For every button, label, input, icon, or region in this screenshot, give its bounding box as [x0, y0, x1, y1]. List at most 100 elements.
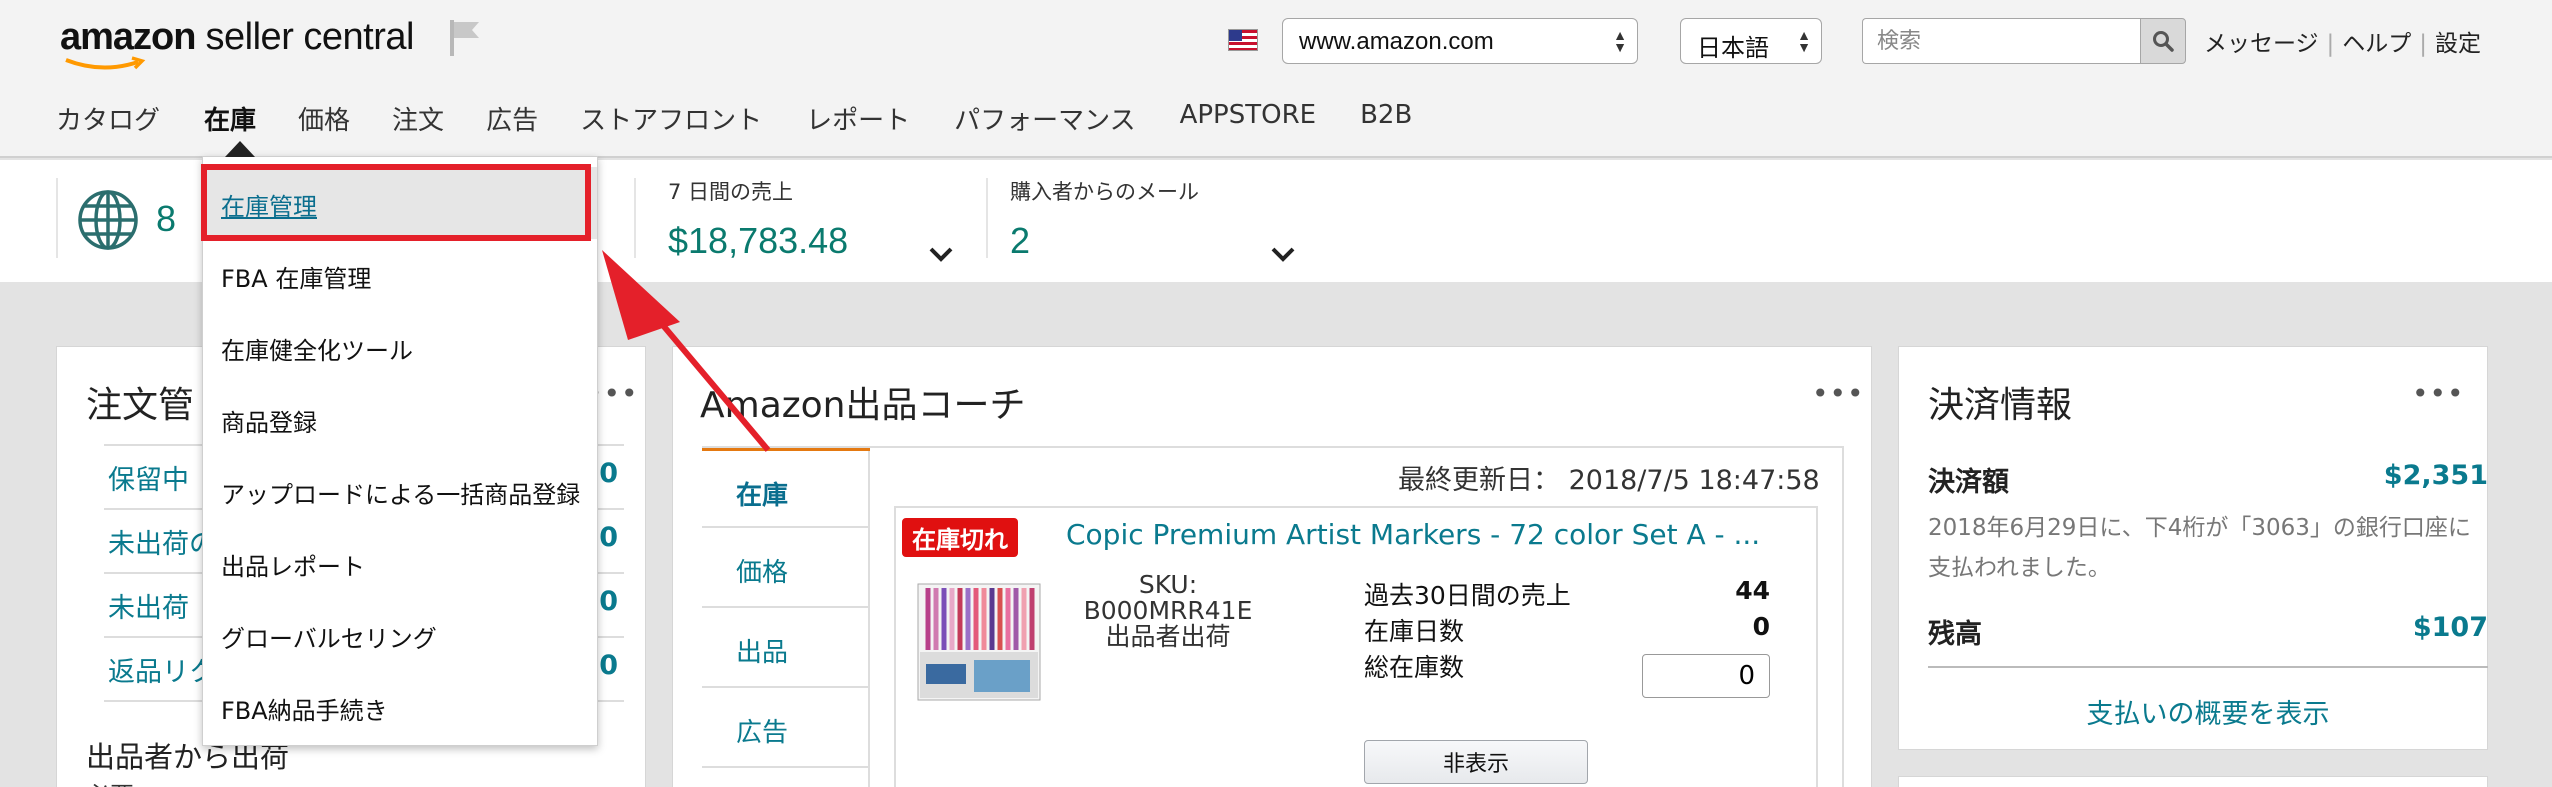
nav-pricing[interactable]: 価格	[298, 100, 350, 137]
annotation-highlight-box	[201, 164, 591, 241]
tab-advertising[interactable]: 広告	[702, 688, 870, 768]
mail-value[interactable]: 2	[1010, 220, 1030, 262]
product-recommendation: 在庫切れ Copic Premium Artist Markers - 72 c…	[894, 506, 1818, 787]
nav-catalog[interactable]: カタログ	[56, 100, 160, 137]
main-nav: カタログ 在庫 価格 注文 広告 ストアフロント レポート パフォーマンス AP…	[56, 100, 1412, 137]
link-separator: |	[2419, 31, 2428, 57]
chevron-down-icon[interactable]	[1270, 246, 1296, 262]
order-row-label: 返品リク	[108, 657, 216, 688]
messages-link[interactable]: メッセージ	[2204, 31, 2319, 57]
tab-label: 広告	[736, 718, 789, 748]
marketplace-select[interactable]: www.amazon.com ▲ ▼	[1282, 18, 1638, 64]
menu-item-add-product[interactable]: 商品登録	[203, 383, 597, 455]
menu-item-label: 在庫健全化ツール	[221, 337, 413, 365]
menu-item-fba-shipments[interactable]: FBA納品手続き	[203, 671, 597, 743]
menu-item-label: グローバルセリング	[221, 625, 437, 653]
product-title-link[interactable]: Copic Premium Artist Markers - 72 color …	[1066, 518, 1760, 551]
menu-item-bulk-upload[interactable]: アップロードによる一括商品登録	[203, 455, 597, 527]
card-divider	[702, 446, 1844, 448]
last-updated-label: 最終更新日： 2018/7/5 18:47:58	[1398, 458, 1820, 497]
nav-advertising[interactable]: 広告	[486, 100, 538, 137]
menu-item-listing-report[interactable]: 出品レポート	[203, 527, 597, 599]
stat-divider	[986, 178, 988, 258]
nav-appstore[interactable]: APPSTORE	[1180, 100, 1317, 137]
search-input[interactable]	[1862, 18, 2162, 64]
stock-label: 総在庫数	[1364, 653, 1465, 682]
card-divider	[1842, 446, 1844, 787]
order-row-count: 0	[599, 522, 618, 553]
order-row-label: 未出荷	[108, 593, 189, 624]
stat-divider	[634, 178, 636, 258]
payment-card-title: 決済情報	[1928, 385, 2073, 426]
language-select-value: 日本語	[1697, 35, 1769, 62]
more-options-icon[interactable]: •••	[2412, 380, 2465, 408]
payment-amount-value[interactable]: $2,351	[2384, 460, 2488, 491]
last-updated-text: 最終更新日：	[1398, 465, 1560, 496]
nav-reports[interactable]: レポート	[806, 100, 910, 137]
menu-item-label: 出品レポート	[221, 553, 365, 581]
tab-pricing[interactable]: 価格	[702, 528, 870, 608]
select-arrows-icon: ▲ ▼	[1613, 27, 1627, 55]
order-row-label: 保留中	[108, 465, 189, 496]
balance-value[interactable]: $107	[2413, 612, 2488, 643]
tab-label: 在庫	[736, 481, 789, 511]
menu-item-inventory-health[interactable]: 在庫健全化ツール	[203, 311, 597, 383]
tab-label: 出品	[736, 638, 789, 668]
link-separator: |	[2326, 31, 2335, 57]
sku-info: SKU: B000MRR41E 出品者出荷	[1066, 572, 1270, 650]
nav-b2b[interactable]: B2B	[1360, 100, 1412, 137]
order-row-count: 0	[599, 586, 618, 617]
metric-value: 44	[1735, 576, 1770, 605]
out-of-stock-badge: 在庫切れ	[902, 518, 1018, 557]
logo-text-bold: amazon	[60, 16, 196, 58]
menu-item-label: FBA納品手続き	[221, 697, 388, 725]
order-row-label: 未出荷の	[108, 529, 216, 560]
menu-item-global-selling[interactable]: グローバルセリング	[203, 599, 597, 671]
product-image[interactable]	[914, 568, 1044, 708]
hide-button[interactable]: 非表示	[1364, 740, 1588, 784]
next-card	[1898, 776, 2488, 787]
chevron-down-icon[interactable]	[928, 246, 954, 262]
card-divider	[1928, 666, 2488, 668]
top-header: amazon seller central www.amazon.com ▲ ▼ …	[0, 0, 2552, 158]
nav-inventory[interactable]: 在庫	[204, 100, 256, 137]
tab-inventory[interactable]: 在庫	[702, 448, 870, 528]
tab-listings[interactable]: 出品	[702, 608, 870, 688]
top-links: メッセージ | ヘルプ | 設定	[2204, 24, 2481, 58]
settings-link[interactable]: 設定	[2435, 31, 2481, 57]
metric-value: 0	[1752, 612, 1770, 641]
nav-orders[interactable]: 注文	[392, 100, 444, 137]
order-row-count: 0	[599, 650, 618, 681]
amazon-smile-icon	[65, 56, 146, 70]
sku-text: SKU: B000MRR41E	[1083, 570, 1253, 625]
mail-label: 購入者からのメール	[1010, 180, 1199, 204]
search-button[interactable]	[2140, 18, 2186, 64]
coach-card-title: Amazon出品コーチ	[700, 385, 1026, 426]
coach-tabs: 在庫 価格 出品 広告	[702, 448, 870, 787]
select-arrows-icon: ▲ ▼	[1797, 27, 1811, 55]
seller-central-logo[interactable]: amazon seller central	[60, 16, 414, 70]
stat-divider	[56, 178, 58, 258]
flag-icon[interactable]	[447, 18, 483, 58]
marketplaces-count[interactable]: 8	[156, 198, 176, 240]
metric-label: 過去30日間の売上	[1364, 581, 1571, 610]
menu-item-fba-inventory[interactable]: FBA 在庫管理	[203, 239, 597, 311]
globe-icon	[78, 190, 138, 250]
inventory-dropdown-menu: 在庫管理 FBA 在庫管理 在庫健全化ツール 商品登録 アップロードによる一括商…	[202, 141, 598, 746]
sales-value[interactable]: $18,783.48	[668, 220, 848, 262]
order-row-count: 0	[599, 458, 618, 489]
total-stock-input[interactable]	[1642, 654, 1770, 698]
menu-item-label: FBA 在庫管理	[221, 265, 372, 293]
nav-storefront[interactable]: ストアフロント	[580, 100, 762, 137]
balance-label: 残高	[1928, 619, 1982, 650]
payment-amount-label: 決済額	[1928, 467, 2009, 498]
nav-performance[interactable]: パフォーマンス	[954, 100, 1135, 137]
language-select[interactable]: 日本語 ▲ ▼	[1680, 18, 1822, 64]
last-updated-value: 2018/7/5 18:47:58	[1568, 465, 1820, 496]
metric-label: 在庫日数	[1364, 617, 1465, 646]
sales-label: 7 日間の売上	[668, 180, 794, 204]
more-options-icon[interactable]: •••	[1812, 380, 1865, 408]
help-link[interactable]: ヘルプ	[2342, 31, 2411, 57]
payment-summary-link[interactable]: 支払いの概要を表示	[1928, 692, 2488, 731]
menu-item-label: アップロードによる一括商品登録	[221, 481, 581, 509]
